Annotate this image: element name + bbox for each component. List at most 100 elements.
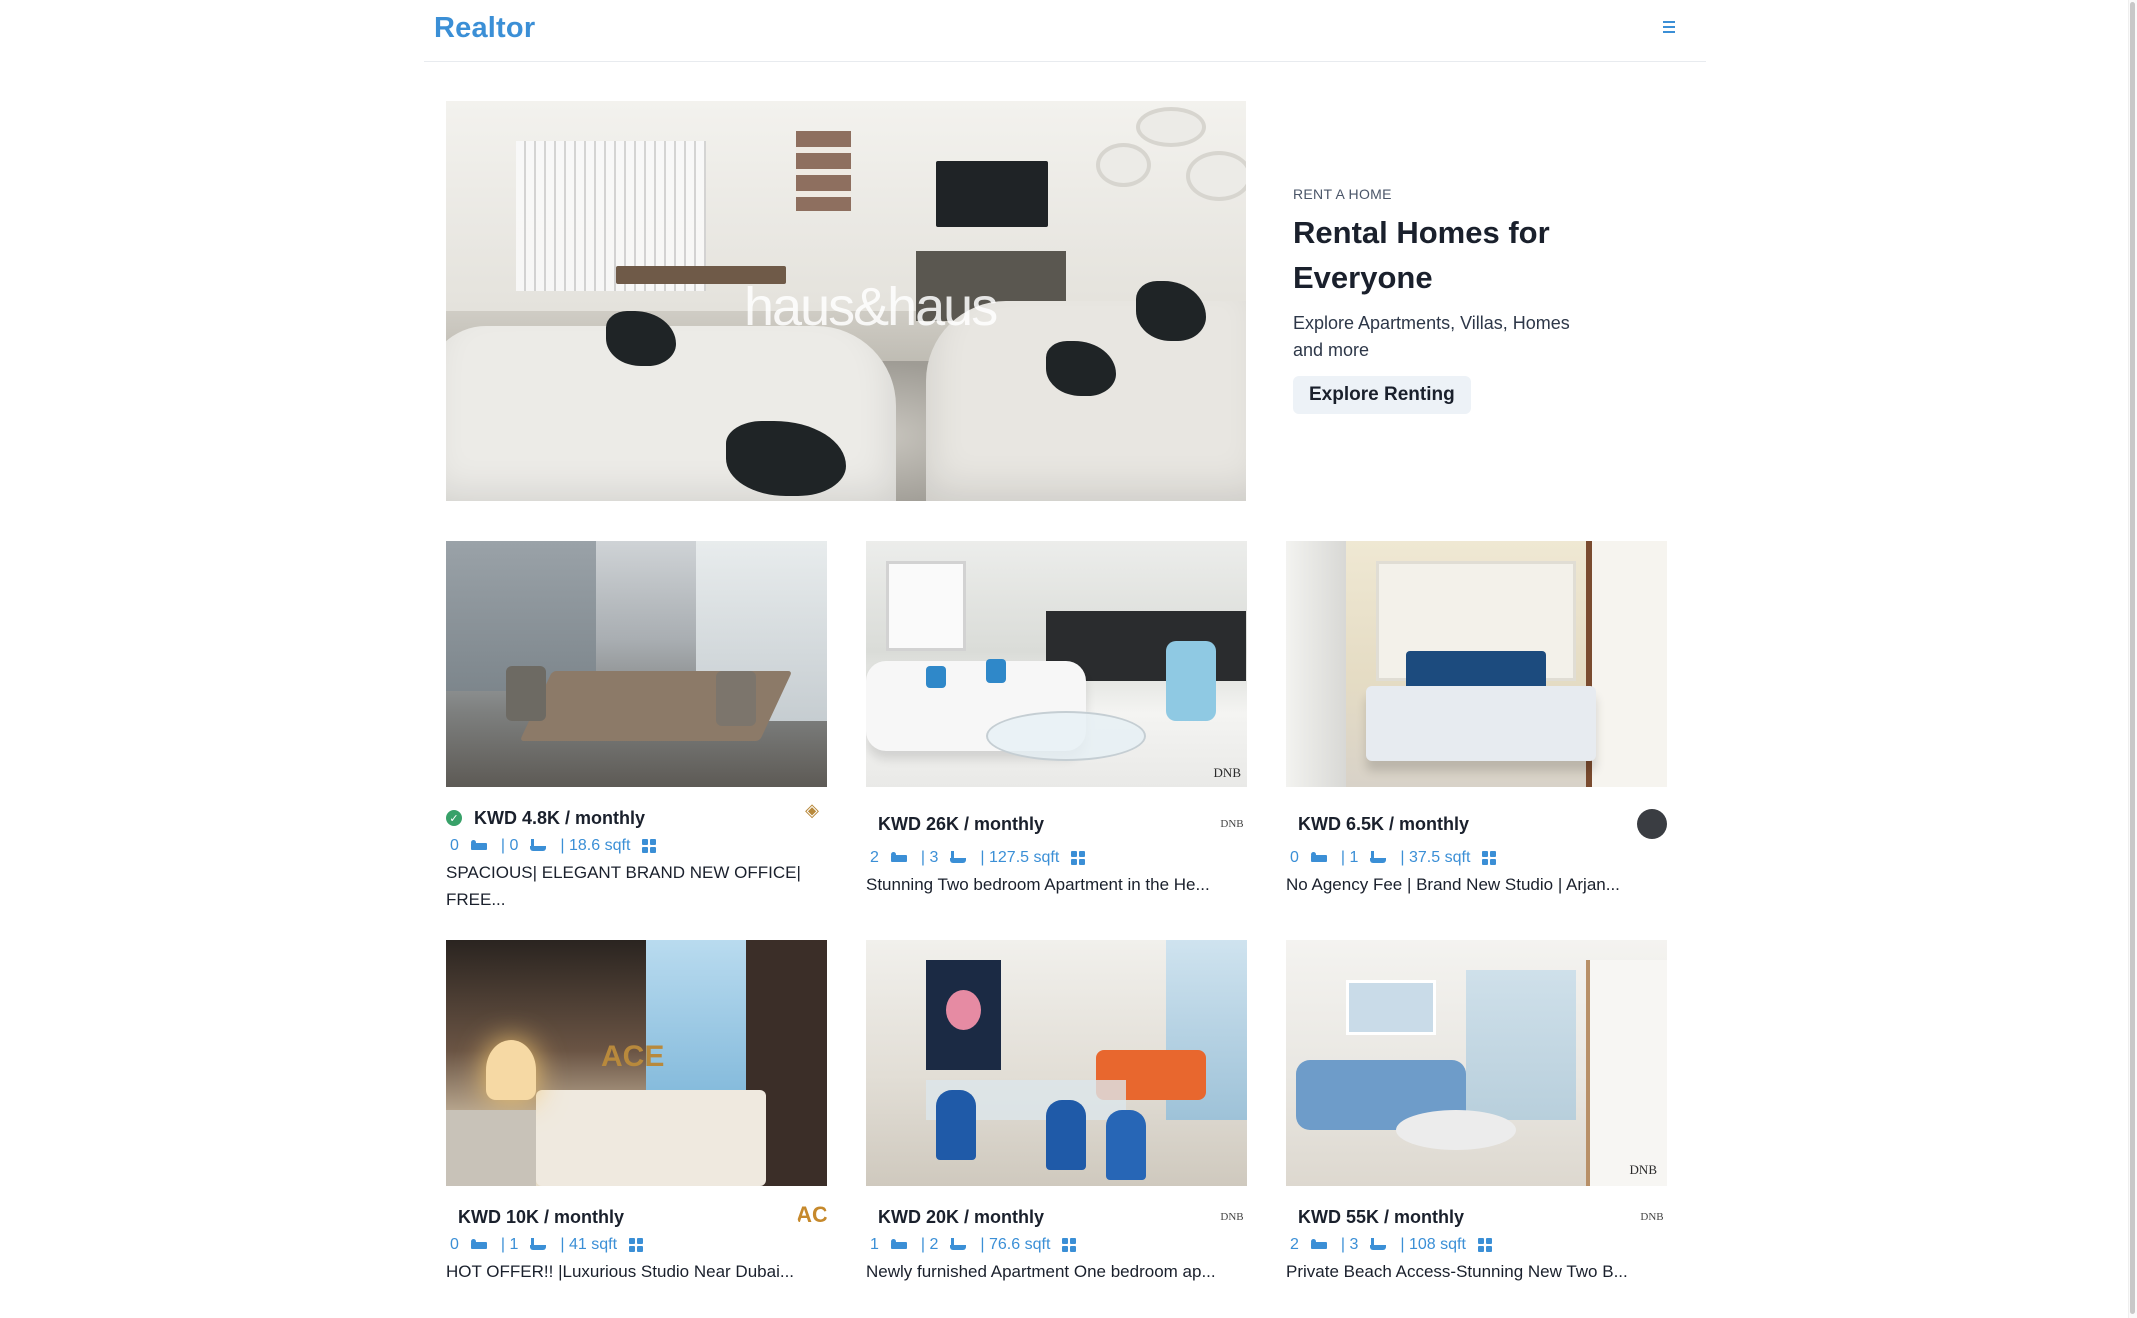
bed-icon [1310,851,1329,865]
listing-card[interactable]: DNB KWD 55K / monthly DNB 2 | 3 | 108 sq… [1286,940,1667,1285]
area-value: | 41 sqft [560,1236,618,1253]
listing-meta: 0 | 0 | 18.6 sqft [446,833,827,859]
agency-logo-dnb[interactable]: DNB [1217,1202,1247,1232]
listing-meta: 0 | 1 | 37.5 sqft [1286,845,1667,871]
baths-count: | 3 [1340,1236,1359,1253]
site-logo[interactable]: Realtor [434,12,535,45]
listing-title[interactable]: Stunning Two bedroom Apartment in the He… [866,871,1247,898]
listing-photo[interactable] [1286,541,1667,787]
listing-price: KWD 4.8K / monthly [474,807,646,828]
rooms-count: 1 [870,1236,879,1253]
agency-logo-gold[interactable]: ◈ [797,795,827,825]
baths-count: | 3 [920,849,939,866]
bed-icon [470,1238,489,1252]
bath-icon [950,1238,968,1252]
hero-description-line: Explore Apartments, Villas, Homes [1293,313,1570,333]
bed-icon [890,851,909,865]
listing-photo[interactable]: DNB [866,541,1247,787]
scrollbar-thumb[interactable] [2130,2,2135,1314]
agency-logo-dnb[interactable]: DNB [1637,1202,1667,1232]
hero-description: Explore Apartments, Villas, Homes and mo… [1293,310,1613,364]
baths-count: | 1 [1340,849,1359,866]
bath-icon [950,851,968,865]
hero-title-line: Rental Homes for [1293,215,1550,250]
listing-title[interactable]: No Agency Fee | Brand New Studio | Arjan… [1286,871,1667,898]
listing-card[interactable]: KWD 20K / monthly DNB 1 | 2 | 76.6 sqft … [866,940,1247,1285]
area-value: | 108 sqft [1400,1236,1466,1253]
listing-title-line: No Agency Fee | Brand New Studio | Arjan… [1286,875,1620,894]
listing-title[interactable]: Private Beach Access-Stunning New Two B.… [1286,1258,1667,1285]
listing-photo[interactable]: DNB [1286,940,1667,1186]
grid-icon [1477,1238,1492,1252]
listing-title-line: SPACIOUS| ELEGANT BRAND NEW OFFICE| [446,863,801,882]
grid-icon [629,1238,644,1252]
rooms-count: 0 [1290,849,1299,866]
bath-icon [1370,851,1388,865]
listing-photo[interactable] [866,940,1247,1186]
hamburger-menu-icon[interactable] [1658,17,1680,37]
rooms-count: 2 [870,849,879,866]
area-value: | 127.5 sqft [980,849,1060,866]
listing-photo[interactable]: ACE [446,940,827,1186]
listing-title[interactable]: Newly furnished Apartment One bedroom ap… [866,1258,1247,1285]
area-value: | 37.5 sqft [1400,849,1471,866]
grid-icon [1071,851,1086,865]
navbar: Realtor [424,0,1706,62]
listing-photo[interactable] [446,541,827,787]
photo-watermark: DNB [1213,765,1241,780]
grid-icon [1482,851,1497,865]
scrollbar[interactable] [2128,0,2137,1318]
hero-title-line: Everyone [1293,260,1433,295]
listing-meta: 1 | 2 | 76.6 sqft [866,1232,1247,1258]
bed-icon [470,839,489,853]
baths-count: | 2 [920,1236,939,1253]
area-value: | 18.6 sqft [560,837,631,854]
hero-description-line: and more [1293,340,1370,360]
listing-meta: 2 | 3 | 108 sqft [1286,1232,1667,1258]
agency-logo-dark[interactable] [1637,809,1667,839]
hero-text: RENT A HOME Rental Homes for Everyone Ex… [1293,186,1613,414]
listing-title-line: Newly furnished Apartment One bedroom ap… [866,1262,1216,1281]
hero-title: Rental Homes for Everyone [1293,210,1613,300]
photo-watermark: DNB [1629,1162,1657,1177]
bath-icon [1370,1238,1388,1252]
baths-count: | 0 [500,837,519,854]
listing-title-line: HOT OFFER!! |Luxurious Studio Near Dubai… [446,1262,795,1281]
grid-icon [1062,1238,1077,1252]
listing-price: KWD 20K / monthly [878,1206,1045,1227]
area-value: | 76.6 sqft [980,1236,1051,1253]
grid-icon [642,839,657,853]
bath-icon [530,1238,548,1252]
agency-logo-dnb[interactable]: DNB [1217,809,1247,839]
baths-count: | 1 [500,1236,519,1253]
listing-title-line: Private Beach Access-Stunning New Two B.… [1286,1262,1628,1281]
listing-price: KWD 6.5K / monthly [1298,813,1470,834]
listing-card[interactable]: ACE KWD 10K / monthly AC 0 | 1 | 41 sqft… [446,940,827,1285]
hero-eyebrow: RENT A HOME [1293,186,1392,202]
page: Realtor haus&haus RENT A HOME Rental Hom… [0,0,2137,1318]
listing-price: KWD 10K / monthly [458,1206,625,1227]
listing-title-line: Stunning Two bedroom Apartment in the He… [866,875,1210,894]
rooms-count: 0 [450,837,459,854]
listing-meta: 2 | 3 | 127.5 sqft [866,845,1247,871]
photo-watermark: ACE [601,1040,665,1073]
bath-icon [530,839,548,853]
agency-logo-ace[interactable]: AC [797,1200,827,1230]
hero-watermark: haus&haus [744,277,998,337]
listing-title[interactable]: SPACIOUS| ELEGANT BRAND NEW OFFICE| FREE… [446,859,827,913]
listing-card[interactable]: ✓ KWD 4.8K / monthly ◈ 0 | 0 | 18.6 sqft… [446,541,827,913]
listing-card[interactable]: KWD 6.5K / monthly 0 | 1 | 37.5 sqft No … [1286,541,1667,898]
bed-icon [1310,1238,1329,1252]
bed-icon [890,1238,909,1252]
hero-image: haus&haus [446,101,1246,501]
listing-meta: 0 | 1 | 41 sqft [446,1232,827,1258]
listing-title-line: FREE... [446,890,506,909]
rooms-count: 2 [1290,1236,1299,1253]
listing-title[interactable]: HOT OFFER!! |Luxurious Studio Near Dubai… [446,1258,827,1285]
listing-price: KWD 55K / monthly [1298,1206,1465,1227]
explore-renting-button[interactable]: Explore Renting [1293,376,1471,414]
verified-check-icon: ✓ [446,810,462,826]
rooms-count: 0 [450,1236,459,1253]
listing-card[interactable]: DNB KWD 26K / monthly DNB 2 | 3 | 127.5 … [866,541,1247,898]
listing-price: KWD 26K / monthly [878,813,1045,834]
